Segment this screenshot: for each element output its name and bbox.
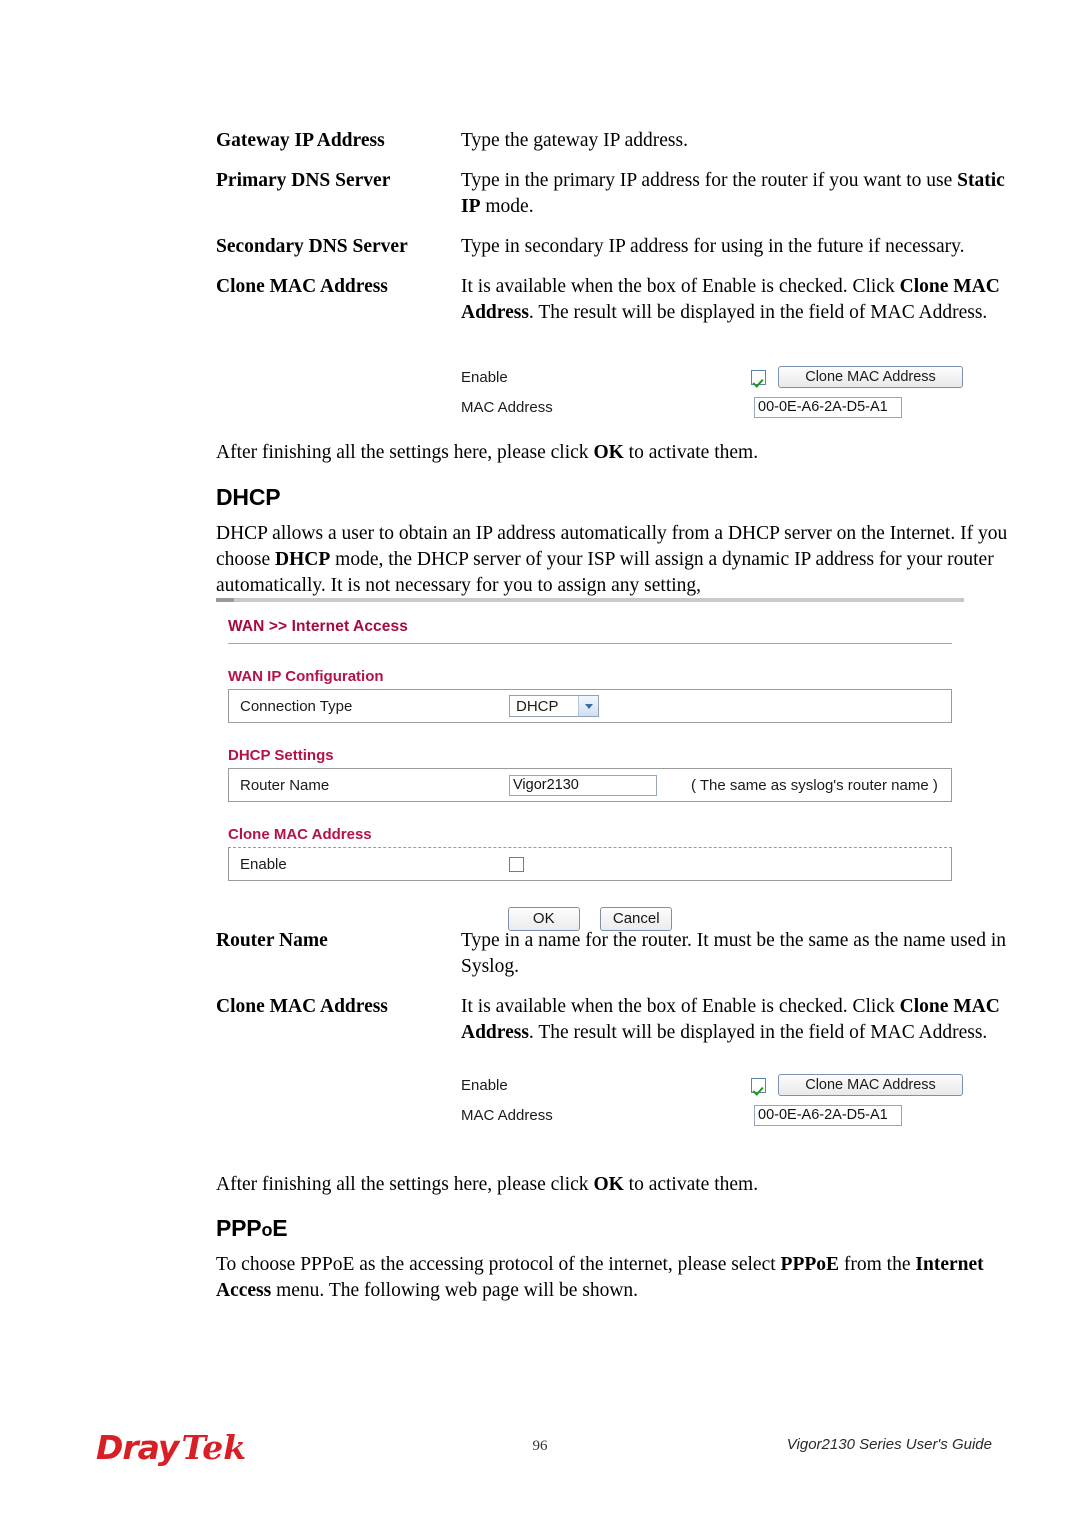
pppoe-heading-tail: E	[272, 1215, 288, 1241]
mac-address-label: MAC Address	[461, 1106, 553, 1124]
definition-description: Type in secondary IP address for using i…	[461, 236, 965, 257]
enable-label: Enable	[461, 1076, 508, 1094]
definition-row: Clone MAC Address It is available when th…	[216, 994, 1006, 1046]
clone-mac-enable-checkbox[interactable]	[509, 856, 524, 872]
router-name-label: Router Name	[240, 776, 330, 794]
definition-row: Router Name Type in a name for the router…	[216, 928, 1006, 980]
mac-address-input[interactable]: 00-0E-A6-2A-D5-A1	[754, 1104, 902, 1126]
enable-checkbox[interactable]	[751, 1077, 766, 1093]
clone-mac-figure-bottom: Enable Clone MAC Address MAC Address 00-…	[461, 1070, 981, 1130]
figure-mac-row: MAC Address 00-0E-A6-2A-D5-A1	[461, 1100, 981, 1130]
definition-list-dhcp: Router Name Type in a name for the router…	[216, 928, 1006, 1060]
after-settings-paragraph-2: After finishing all the settings here, p…	[216, 1174, 759, 1195]
section-heading-pppoe: PPPoE	[216, 1215, 288, 1242]
connection-type-selected-value: DHCP	[516, 697, 559, 715]
definition-term: Gateway IP Address	[216, 130, 385, 151]
pppoe-description-paragraph: To choose PPPoE as the accessing protoco…	[216, 1254, 984, 1301]
figure-enable-row: Enable Clone MAC Address	[461, 1070, 981, 1100]
connection-type-label: Connection Type	[240, 697, 353, 715]
pppoe-heading-small: o	[261, 1220, 273, 1240]
clone-mac-enable-label: Enable	[240, 855, 287, 873]
enable-label: Enable	[461, 368, 508, 386]
router-name-input[interactable]: Vigor2130	[509, 774, 657, 796]
definition-description: Type in a name for the router. It must b…	[461, 930, 1007, 977]
definition-term: Clone MAC Address	[216, 276, 388, 297]
breadcrumb-divider	[228, 643, 952, 644]
definition-row: Gateway IP Address Type the gateway IP ad…	[216, 128, 1006, 154]
group-title-wan-ip-configuration: WAN IP Configuration	[228, 668, 384, 685]
section-heading-dhcp: DHCP	[216, 484, 281, 510]
definition-row: Secondary DNS Server Type in secondary IP…	[216, 234, 1006, 260]
panel-top-bar	[216, 598, 964, 602]
definition-term: Secondary DNS Server	[216, 236, 408, 257]
page-footer: DrayTek 96 Vigor2130 Series User's Guide	[0, 1428, 1080, 1478]
group-title-clone-mac-address: Clone MAC Address	[228, 826, 372, 843]
definition-row: Primary DNS Server Type in the primary IP…	[216, 168, 1006, 220]
panel-tab-nub	[216, 598, 234, 602]
row-connection-type: Connection Type DHCP	[228, 689, 952, 723]
figure-enable-row: Enable Clone MAC Address	[461, 362, 981, 392]
clone-mac-address-button[interactable]: Clone MAC Address	[778, 1074, 963, 1096]
definition-description: Type the gateway IP address.	[461, 130, 688, 151]
clone-mac-address-button[interactable]: Clone MAC Address	[778, 366, 963, 388]
breadcrumb: WAN >> Internet Access	[228, 618, 408, 635]
definition-term: Clone MAC Address	[216, 996, 388, 1017]
mac-address-input[interactable]: 00-0E-A6-2A-D5-A1	[754, 396, 902, 418]
guide-title: Vigor2130 Series User's Guide	[786, 1436, 992, 1453]
definition-description: Type in the primary IP address for the r…	[461, 170, 1005, 217]
definition-term: Router Name	[216, 930, 328, 951]
router-config-panel: WAN >> Internet Access WAN IP Configurat…	[216, 598, 964, 937]
dhcp-description-paragraph: DHCP allows a user to obtain an IP addre…	[216, 523, 1008, 596]
definition-row: Clone MAC Address It is available when th…	[216, 274, 1006, 326]
row-clone-mac-enable: Enable	[228, 847, 952, 881]
chevron-down-icon[interactable]	[578, 696, 598, 716]
clone-mac-figure-top: Enable Clone MAC Address MAC Address 00-…	[461, 362, 981, 422]
definition-description: It is available when the box of Enable i…	[461, 996, 1000, 1043]
definition-list-static-ip: Gateway IP Address Type the gateway IP ad…	[216, 128, 1006, 340]
row-router-name: Router Name Vigor2130 ( The same as sysl…	[228, 768, 952, 802]
group-title-dhcp-settings: DHCP Settings	[228, 747, 334, 764]
mac-address-label: MAC Address	[461, 398, 553, 416]
definition-description: It is available when the box of Enable i…	[461, 276, 1000, 323]
pppoe-heading-main: PPP	[216, 1215, 262, 1241]
router-name-hint: ( The same as syslog's router name )	[691, 776, 938, 794]
connection-type-select[interactable]: DHCP	[509, 695, 599, 717]
after-settings-paragraph-1: After finishing all the settings here, p…	[216, 442, 759, 463]
enable-checkbox[interactable]	[751, 369, 766, 385]
figure-mac-row: MAC Address 00-0E-A6-2A-D5-A1	[461, 392, 981, 422]
definition-term: Primary DNS Server	[216, 170, 391, 191]
